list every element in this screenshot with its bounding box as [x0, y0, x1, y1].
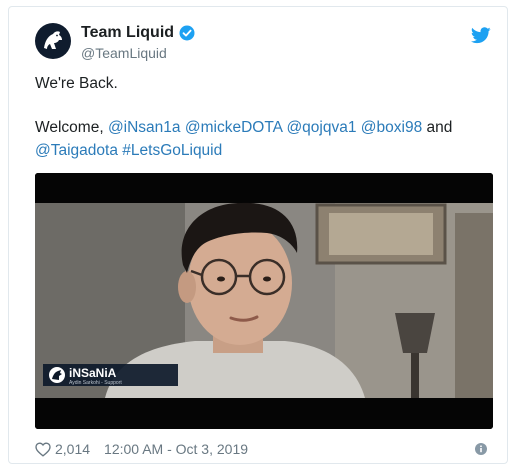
author-display-name[interactable]: Team Liquid — [81, 24, 174, 42]
team-liquid-logo-icon — [44, 31, 62, 49]
tweet-text-line-2: Welcome, @iNsan1a @mickeDOTA @qojqva1 @b… — [35, 117, 452, 139]
author-name-row: Team Liquid — [81, 24, 195, 42]
tweet-text-line-3: @Taigadota #LetsGoLiquid — [35, 140, 222, 162]
author-handle[interactable]: @TeamLiquid — [81, 45, 167, 61]
mention-link[interactable]: @qojqva1 — [286, 119, 356, 136]
mention-link[interactable]: @mickeDOTA — [185, 119, 282, 136]
avatar[interactable] — [35, 23, 71, 59]
tweet-footer: 2,014 12:00 AM - Oct 3, 2019 — [35, 441, 248, 457]
video-player[interactable]: iNSaNiA Aydin Sarkohi - Support — [35, 173, 493, 429]
like-count[interactable]: 2,014 — [55, 441, 90, 457]
lower-third-name: iNSaNiA — [69, 366, 117, 380]
tweet-card: Team Liquid @TeamLiquid We're Back. Welc… — [8, 6, 508, 464]
info-icon[interactable] — [475, 443, 487, 455]
mention-link[interactable]: @boxi98 — [361, 119, 422, 136]
heart-icon[interactable] — [35, 441, 51, 457]
video-frame: iNSaNiA Aydin Sarkohi - Support — [35, 173, 493, 429]
twitter-bird-icon[interactable] — [471, 27, 491, 44]
lower-third-subtitle: Aydin Sarkohi - Support — [69, 380, 122, 386]
mention-link[interactable]: @iNsan1a — [108, 119, 181, 136]
verified-badge-icon — [179, 25, 195, 41]
tweet-text-line-1: We're Back. — [35, 75, 118, 92]
mention-link[interactable]: @Taigadota — [35, 142, 118, 159]
hashtag-link[interactable]: #LetsGoLiquid — [122, 142, 222, 159]
tweet-timestamp[interactable]: 12:00 AM - Oct 3, 2019 — [104, 441, 248, 457]
welcome-text: Welcome, — [35, 119, 104, 136]
and-text: and — [426, 119, 453, 136]
